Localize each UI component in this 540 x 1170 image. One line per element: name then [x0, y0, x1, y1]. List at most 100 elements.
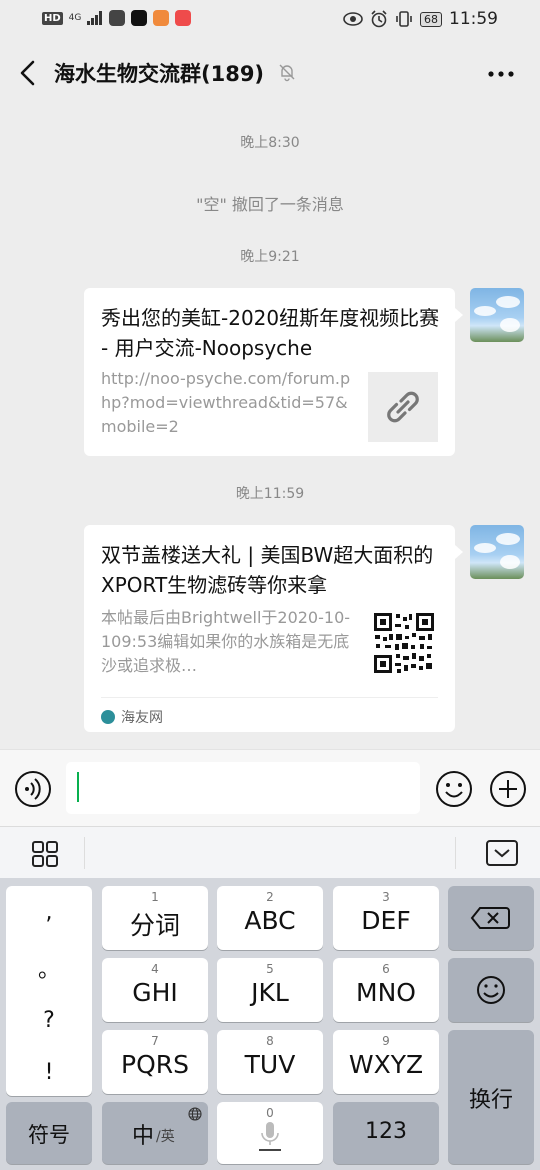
- more-options-icon[interactable]: [488, 71, 514, 77]
- punct-exclaim[interactable]: !: [6, 1060, 92, 1085]
- back-icon[interactable]: [16, 58, 40, 88]
- network-type: 4G: [68, 12, 82, 23]
- timestamp: 晚上9:21: [240, 249, 300, 265]
- recall-notice: "空" 撤回了一条消息: [196, 195, 344, 214]
- chat-title: 海水生物交流群(189): [54, 62, 265, 86]
- key-label: DEF: [361, 906, 411, 935]
- app-notification-icon: [109, 10, 126, 26]
- key-label: 分词: [129, 911, 180, 940]
- key-number: 6: [382, 962, 390, 976]
- status-left: HD 4G: [42, 10, 192, 26]
- eye-icon: [343, 12, 363, 26]
- key-number: 7: [151, 1034, 159, 1048]
- hide-keyboard-icon[interactable]: [486, 840, 518, 866]
- symbols-key[interactable]: 符号: [6, 1102, 92, 1164]
- key-9[interactable]: 9 WXYZ: [333, 1030, 439, 1094]
- globe-icon: [188, 1107, 202, 1121]
- signal-icon: [87, 11, 103, 25]
- key-number: 8: [266, 1034, 274, 1048]
- key-3[interactable]: 3 DEF: [333, 886, 439, 950]
- backspace-icon: [470, 907, 510, 929]
- key-number: 5: [266, 962, 274, 976]
- punct-question[interactable]: ?: [6, 1008, 92, 1033]
- card-description: http://noo-psyche.com/forum.php?mod=view…: [101, 369, 351, 436]
- timestamp: 晚上8:30: [240, 135, 300, 151]
- key-label: 符号: [28, 1123, 70, 1147]
- emoji-icon[interactable]: [435, 770, 473, 808]
- voice-input-icon[interactable]: [14, 770, 52, 808]
- link-card-message[interactable]: 秀出您的美缸-2020纽斯年度视频比赛 - 用户交流-Noopsyche htt…: [84, 288, 463, 456]
- card-source: 海友网: [101, 707, 163, 727]
- punct-comma[interactable]: ,: [6, 900, 92, 925]
- key-label: ABC: [244, 906, 296, 935]
- language-switch-key[interactable]: 中 /英: [102, 1102, 208, 1164]
- lang-sub-label: /英: [156, 1129, 175, 1145]
- backspace-key[interactable]: [448, 886, 534, 950]
- link-thumbnail: [368, 372, 438, 442]
- avatar[interactable]: [470, 525, 524, 579]
- keyboard: , 。 ? ! 1 分词 2 ABC 3 DEF 4 GHI 5 JKL 6 M…: [0, 878, 540, 1170]
- lang-main-label: 中: [132, 1124, 155, 1149]
- key-8[interactable]: 8 TUV: [217, 1030, 323, 1094]
- heart-app-icon: [153, 10, 170, 26]
- shop-app-icon: [175, 10, 192, 26]
- key-1[interactable]: 1 分词: [102, 886, 208, 950]
- key-number: 2: [266, 890, 274, 904]
- emoji-icon: [477, 976, 505, 1004]
- status-bar: HD 4G 68 11:59: [0, 0, 540, 40]
- vibrate-icon: [396, 11, 412, 27]
- card-description: 本帖最后由Brightwell于2020-10-109:53编辑如果你的水族箱是…: [101, 608, 351, 675]
- key-label: GHI: [132, 978, 178, 1007]
- key-label: JKL: [251, 978, 289, 1007]
- key-2[interactable]: 2 ABC: [217, 886, 323, 950]
- punctuation-key[interactable]: , 。 ? !: [6, 886, 92, 1096]
- keyboard-menu-grid-icon[interactable]: [32, 841, 58, 867]
- toolbar-divider: [84, 837, 85, 869]
- key-4[interactable]: 4 GHI: [102, 958, 208, 1022]
- key-5[interactable]: 5 JKL: [217, 958, 323, 1022]
- microphone-icon: [259, 1122, 281, 1151]
- source-name: 海友网: [121, 710, 163, 726]
- battery-icon: 68: [420, 11, 442, 27]
- link-icon: [387, 391, 419, 423]
- clock: 11:59: [449, 9, 498, 29]
- enter-key[interactable]: 换行: [448, 1030, 534, 1164]
- source-logo-icon: [101, 710, 115, 724]
- key-7[interactable]: 7 PQRS: [102, 1030, 208, 1094]
- article-card-message[interactable]: 双节盖楼送大礼 | 美国BW超大面积的XPORT生物滤砖等你来拿 本帖最后由Br…: [84, 525, 463, 732]
- card-divider: [101, 697, 438, 698]
- punct-period[interactable]: 。: [6, 952, 92, 984]
- key-number: 9: [382, 1034, 390, 1048]
- qr-code-thumbnail: [373, 612, 435, 674]
- key-label: TUV: [244, 1050, 296, 1079]
- keyboard-toolbar: [0, 826, 540, 878]
- status-right: 68 11:59: [343, 9, 498, 29]
- emoji-key[interactable]: [448, 958, 534, 1022]
- message-input[interactable]: [66, 762, 420, 814]
- avatar[interactable]: [470, 288, 524, 342]
- card-title: 秀出您的美缸-2020纽斯年度视频比赛 - 用户交流-Noopsyche: [101, 306, 440, 360]
- key-number: 3: [382, 890, 390, 904]
- key-number: 4: [151, 962, 159, 976]
- key-label: 123: [365, 1119, 407, 1144]
- hd-indicator: HD: [42, 11, 63, 25]
- key-number: 0: [266, 1106, 274, 1120]
- key-6[interactable]: 6 MNO: [333, 958, 439, 1022]
- key-label: MNO: [356, 978, 416, 1007]
- plus-icon[interactable]: [489, 770, 527, 808]
- tiktok-icon: [131, 10, 148, 26]
- space-key[interactable]: 0: [217, 1102, 323, 1164]
- numbers-key[interactable]: 123: [333, 1102, 439, 1164]
- mute-bell-icon: [279, 64, 295, 82]
- chat-header: 海水生物交流群(189): [0, 40, 540, 108]
- card-title: 双节盖楼送大礼 | 美国BW超大面积的XPORT生物滤砖等你来拿: [101, 543, 434, 597]
- key-label: WXYZ: [348, 1050, 424, 1079]
- key-label: 换行: [468, 1088, 513, 1113]
- alarm-icon: [371, 10, 387, 28]
- timestamp: 晚上11:59: [235, 486, 305, 502]
- toolbar-divider: [455, 837, 456, 869]
- key-label: PQRS: [121, 1050, 189, 1079]
- key-number: 1: [151, 890, 159, 904]
- text-caret: [77, 772, 79, 802]
- message-input-bar: [0, 749, 540, 826]
